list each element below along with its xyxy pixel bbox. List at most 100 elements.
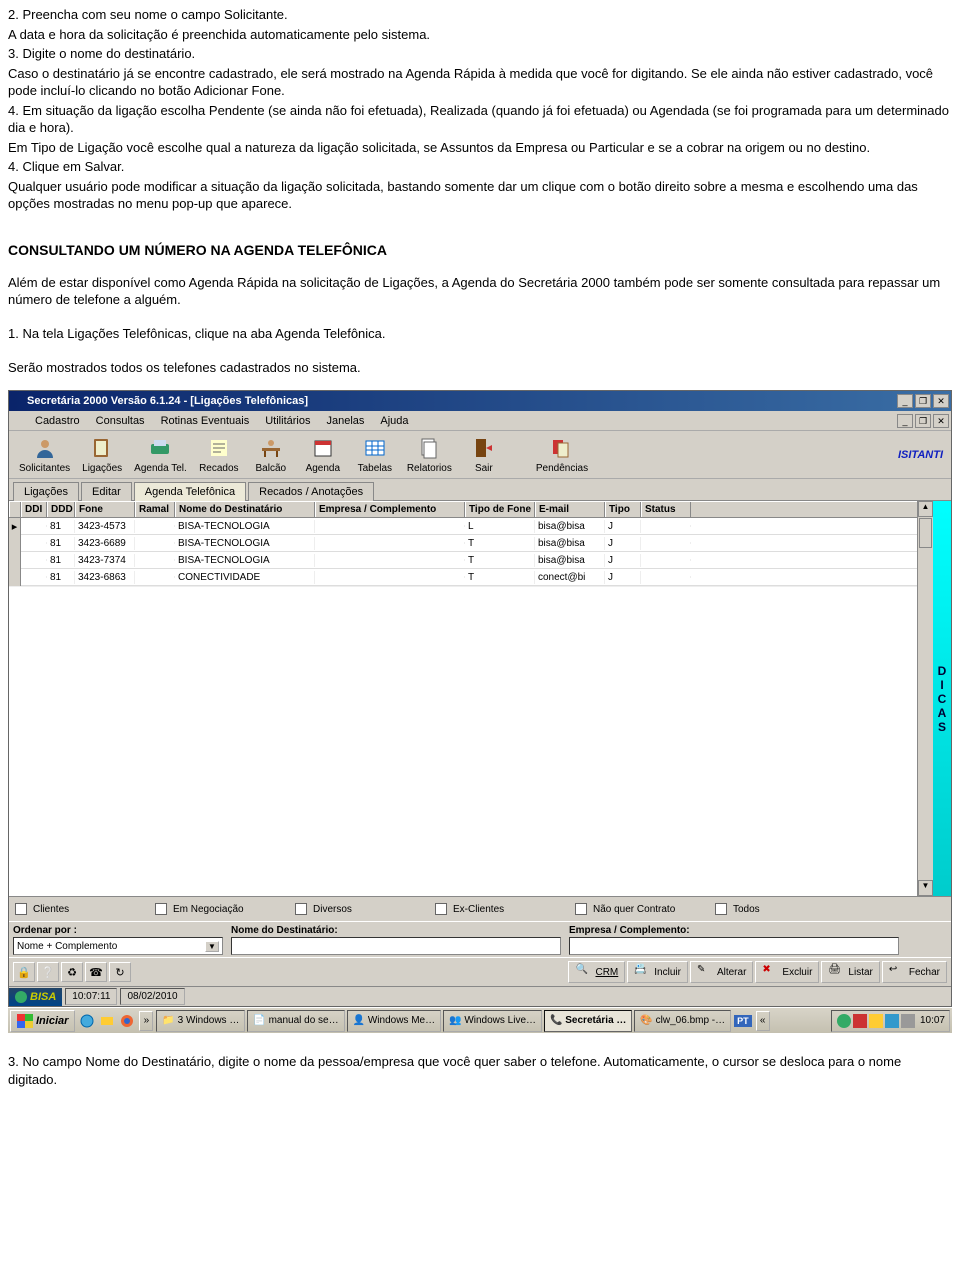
titlebar: Secretária 2000 Versão 6.1.24 - [Ligaçõe… <box>9 391 951 411</box>
taskbar-item[interactable]: 📄 manual do se… <box>247 1010 344 1032</box>
data-grid[interactable]: DDIDDDFoneRamalNome do DestinatárioEmpre… <box>9 501 917 896</box>
tb-ligacoes[interactable]: Ligações <box>76 433 128 476</box>
menu-janelas[interactable]: Janelas <box>318 413 372 429</box>
taskbar-item-active[interactable]: 📞 Secretária … <box>544 1010 632 1032</box>
maximize-button[interactable]: ❐ <box>915 394 931 408</box>
tb-agenda[interactable]: Agenda <box>297 433 349 476</box>
tray-more[interactable]: « <box>756 1011 770 1031</box>
tb-balcao[interactable]: Balcão <box>245 433 297 476</box>
minimize-button[interactable]: _ <box>897 394 913 408</box>
refresh-button[interactable]: ↻ <box>109 962 131 982</box>
calendar-icon <box>309 435 337 461</box>
filter-check[interactable]: Todos <box>715 901 855 917</box>
fechar-button[interactable]: ↩Fechar <box>882 961 947 983</box>
column-header[interactable]: DDI <box>21 502 47 517</box>
tray-icon[interactable] <box>837 1014 851 1028</box>
column-header[interactable]: Ramal <box>135 502 175 517</box>
scroll-down-icon[interactable]: ▼ <box>918 880 933 896</box>
tb-sair[interactable]: Sair <box>458 433 510 476</box>
tab-ligacoes[interactable]: Ligações <box>13 482 79 501</box>
filter-check[interactable]: Em Negociação <box>155 901 295 917</box>
empresa-input[interactable] <box>569 937 899 955</box>
column-header[interactable]: Fone <box>75 502 135 517</box>
firefox-icon[interactable] <box>118 1012 136 1030</box>
help-button[interactable]: ❔ <box>37 962 59 982</box>
row-handle[interactable]: ▸ <box>9 518 21 535</box>
column-header[interactable]: Empresa / Complemento <box>315 502 465 517</box>
paint-icon: 🎨 <box>640 1015 652 1026</box>
tb-recados[interactable]: Recados <box>193 433 245 476</box>
note-icon <box>205 435 233 461</box>
nome-label: Nome do Destinatário: <box>231 924 561 937</box>
ordenar-select[interactable]: Nome + Complemento ▼ <box>13 937 223 955</box>
taskbar-item[interactable]: 🎨 clw_06.bmp -… <box>634 1010 731 1032</box>
tb-pendencias[interactable]: Pendências <box>530 433 594 476</box>
cell-tipo: J <box>605 537 641 550</box>
crm-button[interactable]: 🔍CRM <box>568 961 625 983</box>
dicas-panel[interactable]: DICAS <box>933 501 951 896</box>
table-row[interactable]: 813423-6863CONECTIVIDADETconect@biJ <box>9 569 917 586</box>
phone-button[interactable]: ☎ <box>85 962 107 982</box>
outlook-icon[interactable] <box>98 1012 116 1030</box>
column-header[interactable]: DDD <box>47 502 75 517</box>
nome-input[interactable] <box>231 937 561 955</box>
filter-check[interactable]: Não quer Contrato <box>575 901 715 917</box>
scroll-up-icon[interactable]: ▲ <box>918 501 933 517</box>
table-row[interactable]: ▸813423-4573BISA-TECNOLOGIALbisa@bisaJ <box>9 518 917 535</box>
menu-cadastro[interactable]: Cadastro <box>27 413 88 429</box>
menu-utilitarios[interactable]: Utilitários <box>257 413 318 429</box>
language-indicator[interactable]: PT <box>734 1015 752 1027</box>
alterar-button[interactable]: ✎Alterar <box>690 961 753 983</box>
menu-consultas[interactable]: Consultas <box>88 413 153 429</box>
column-header[interactable]: Tipo de Fone <box>465 502 535 517</box>
tb-solicitantes[interactable]: Solicitantes <box>13 433 76 476</box>
listar-button[interactable]: 🖨Listar <box>821 961 879 983</box>
tab-recados[interactable]: Recados / Anotações <box>248 482 374 501</box>
tb-relatorios[interactable]: Relatorios <box>401 433 458 476</box>
cell-fone: 3423-6863 <box>75 571 135 584</box>
scroll-thumb[interactable] <box>919 518 932 548</box>
excluir-button[interactable]: ✖Excluir <box>755 961 819 983</box>
tab-editar[interactable]: Editar <box>81 482 132 501</box>
mdi-maximize-button[interactable]: ❐ <box>915 414 931 428</box>
start-button[interactable]: Iniciar <box>10 1010 75 1032</box>
tray-icon[interactable] <box>869 1014 883 1028</box>
table-row[interactable]: 813423-7374BISA-TECNOLOGIATbisa@bisaJ <box>9 552 917 569</box>
cell-tipo: J <box>605 520 641 533</box>
row-handle[interactable] <box>9 535 21 552</box>
cell-tipofone: T <box>465 554 535 567</box>
close-button[interactable]: ✕ <box>933 394 949 408</box>
mdi-minimize-button[interactable]: _ <box>897 414 913 428</box>
filter-check[interactable]: Ex-Clientes <box>435 901 575 917</box>
quicklaunch-more[interactable]: » <box>139 1011 153 1031</box>
tb-agenda-tel[interactable]: Agenda Tel. <box>128 433 193 476</box>
phone-icon: ☎ <box>89 966 103 979</box>
menu-ajuda[interactable]: Ajuda <box>372 413 416 429</box>
lock-button[interactable]: 🔒 <box>13 962 35 982</box>
row-handle[interactable] <box>9 552 21 569</box>
app-icon: 📞 <box>550 1015 562 1026</box>
tray-icon[interactable] <box>853 1014 867 1028</box>
scrollbar[interactable]: ▲ ▼ <box>917 501 933 896</box>
taskbar-item[interactable]: 📁 3 Windows … <box>156 1010 245 1032</box>
tb-tabelas[interactable]: Tabelas <box>349 433 401 476</box>
row-handle[interactable] <box>9 569 21 586</box>
column-header[interactable]: Tipo <box>605 502 641 517</box>
taskbar-item[interactable]: 👤 Windows Me… <box>347 1010 441 1032</box>
column-header[interactable]: Nome do Destinatário <box>175 502 315 517</box>
taskbar-item[interactable]: 👥 Windows Live… <box>443 1010 542 1032</box>
mdi-close-button[interactable]: ✕ <box>933 414 949 428</box>
tab-agenda-telefonica[interactable]: Agenda Telefônica <box>134 482 246 501</box>
filter-check[interactable]: Diversos <box>295 901 435 917</box>
menu-rotinas[interactable]: Rotinas Eventuais <box>153 413 258 429</box>
ie-icon[interactable] <box>78 1012 96 1030</box>
incluir-button[interactable]: 📇Incluir <box>627 961 688 983</box>
column-header[interactable]: E-mail <box>535 502 605 517</box>
column-header[interactable]: Status <box>641 502 691 517</box>
tray-icon[interactable] <box>901 1014 915 1028</box>
table-row[interactable]: 813423-6689BISA-TECNOLOGIATbisa@bisaJ <box>9 535 917 552</box>
checkbox-icon <box>715 903 727 915</box>
tray-icon[interactable] <box>885 1014 899 1028</box>
filter-check[interactable]: Clientes <box>15 901 155 917</box>
delete-button[interactable]: ♻ <box>61 962 83 982</box>
